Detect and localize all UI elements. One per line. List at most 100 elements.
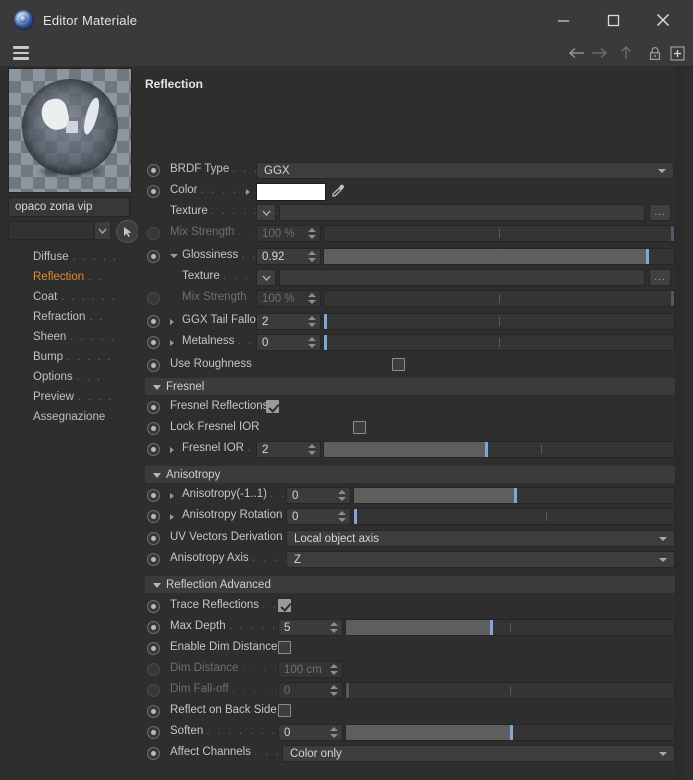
arrow-right-icon[interactable] [588,40,610,66]
animation-track-radio[interactable] [147,164,160,177]
max-depth-slider[interactable] [345,619,675,636]
glossiness-mix-strength-input[interactable]: 100 % [256,290,321,307]
spinner-icon[interactable] [329,664,338,676]
animation-track-radio[interactable] [147,684,160,697]
maximize-button[interactable] [590,0,636,40]
sidebar-item-reflection[interactable]: Reflection. . [0,267,138,287]
sidebar-item-preview[interactable]: Preview. . . . [0,387,138,407]
chevron-right-icon[interactable] [170,319,174,325]
color-mix-strength-input[interactable]: 100 % [256,225,321,242]
chevron-down-icon[interactable] [94,221,111,240]
spinner-icon[interactable] [337,490,346,502]
sidebar-item-assegnazione[interactable]: Assegnazione [0,407,138,427]
color-texture-field[interactable] [279,204,645,221]
fresnel-ior-input[interactable]: 2 [256,441,321,458]
animation-track-radio[interactable] [147,642,160,655]
anisotropy-input[interactable]: 0 [286,487,351,504]
brdf-type-select[interactable]: GGX [256,162,674,179]
use-roughness-checkbox[interactable] [392,358,405,371]
glossiness-texture-field[interactable] [279,269,645,286]
color-swatch[interactable] [256,183,326,201]
fresnel-reflections-checkbox[interactable] [266,400,279,413]
metalness-input[interactable]: 0 [256,334,321,351]
chevron-right-icon[interactable] [170,514,174,520]
spinner-icon[interactable] [307,337,316,349]
spinner-icon[interactable] [307,293,316,305]
animation-track-radio[interactable] [147,705,160,718]
sidebar-item-bump[interactable]: Bump. . . . . [0,347,138,367]
chevron-down-icon[interactable] [170,254,178,258]
soften-input[interactable]: 0 [278,724,343,741]
spinner-icon[interactable] [307,316,316,328]
animation-track-radio[interactable] [147,336,160,349]
ggx-tail-falloff-slider[interactable] [323,313,675,330]
glossiness-mix-strength-slider[interactable] [323,290,675,307]
plus-box-icon[interactable] [667,40,687,66]
minimize-button[interactable] [540,0,586,40]
animation-track-radio[interactable] [147,621,160,634]
close-button[interactable] [640,0,686,40]
cursor-arrow-icon[interactable] [116,220,139,243]
eyedropper-icon[interactable] [330,183,346,199]
spinner-icon[interactable] [307,251,316,263]
reflect-on-back-side-checkbox[interactable] [278,704,291,717]
animation-track-radio[interactable] [147,292,160,305]
fresnel-ior-slider[interactable] [323,441,675,458]
anisotropy-rotation-input[interactable]: 0 [286,508,351,525]
color-mix-strength-slider[interactable] [323,225,675,242]
sidebar-item-diffuse[interactable]: Diffuse. . . . . [0,247,138,267]
lock-icon[interactable] [645,40,665,66]
animation-track-radio[interactable] [147,250,160,263]
animation-track-radio[interactable] [147,510,160,523]
metalness-slider[interactable] [323,334,675,351]
animation-track-radio[interactable] [147,663,160,676]
glossiness-texture-browse-button[interactable]: ... [649,269,671,286]
anisotropy-axis-select[interactable]: Z [286,551,675,568]
affect-channels-select[interactable]: Color only [282,745,675,762]
group-fresnel[interactable]: Fresnel [145,378,677,395]
ggx-tail-falloff-input[interactable]: 2 [256,313,321,330]
sidebar-item-refraction[interactable]: Refraction. . [0,307,138,327]
anisotropy-rotation-slider[interactable] [353,508,675,525]
arrow-left-icon[interactable] [566,40,588,66]
material-preview[interactable] [8,68,132,193]
animation-track-radio[interactable] [147,726,160,739]
material-name-field[interactable]: opaco zona vip [8,197,130,217]
max-depth-input[interactable]: 5 [278,619,343,636]
animation-track-radio[interactable] [147,359,160,372]
animation-track-radio[interactable] [147,315,160,328]
animation-track-radio[interactable] [147,422,160,435]
animation-track-radio[interactable] [147,747,160,760]
spinner-icon[interactable] [329,727,338,739]
chevron-right-icon[interactable] [246,189,250,195]
dim-falloff-slider[interactable] [345,682,675,699]
lock-fresnel-ior-checkbox[interactable] [353,421,366,434]
glossiness-input[interactable]: 0.92 [256,248,321,265]
sidebar-item-coat[interactable]: Coat. . . . . . [0,287,138,307]
animation-track-radio[interactable] [147,489,160,502]
chevron-right-icon[interactable] [170,447,174,453]
chevron-right-icon[interactable] [170,493,174,499]
spinner-icon[interactable] [337,511,346,523]
anisotropy-slider[interactable] [353,487,675,504]
animation-track-radio[interactable] [147,443,160,456]
sidebar-item-options[interactable]: Options. . . [0,367,138,387]
soften-slider[interactable] [345,724,675,741]
spinner-icon[interactable] [307,444,316,456]
spinner-icon[interactable] [329,622,338,634]
spinner-icon[interactable] [329,685,338,697]
animation-track-radio[interactable] [147,185,160,198]
dim-falloff-input[interactable]: 0 [278,682,343,699]
group-anisotropy[interactable]: Anisotropy [145,466,677,483]
uv-vectors-derivation-select[interactable]: Local object axis [286,530,675,547]
animation-track-radio[interactable] [147,553,160,566]
color-texture-browse-button[interactable]: ... [649,204,671,221]
sidebar-item-sheen[interactable]: Sheen. . . . . [0,327,138,347]
texture-dropdown-button[interactable] [256,204,276,221]
layer-input[interactable] [8,221,94,240]
group-reflection-advanced[interactable]: Reflection Advanced [145,576,677,593]
animation-track-radio[interactable] [147,532,160,545]
texture-dropdown-button[interactable] [256,269,276,286]
chevron-right-icon[interactable] [170,340,174,346]
enable-dim-distance-checkbox[interactable] [278,641,291,654]
